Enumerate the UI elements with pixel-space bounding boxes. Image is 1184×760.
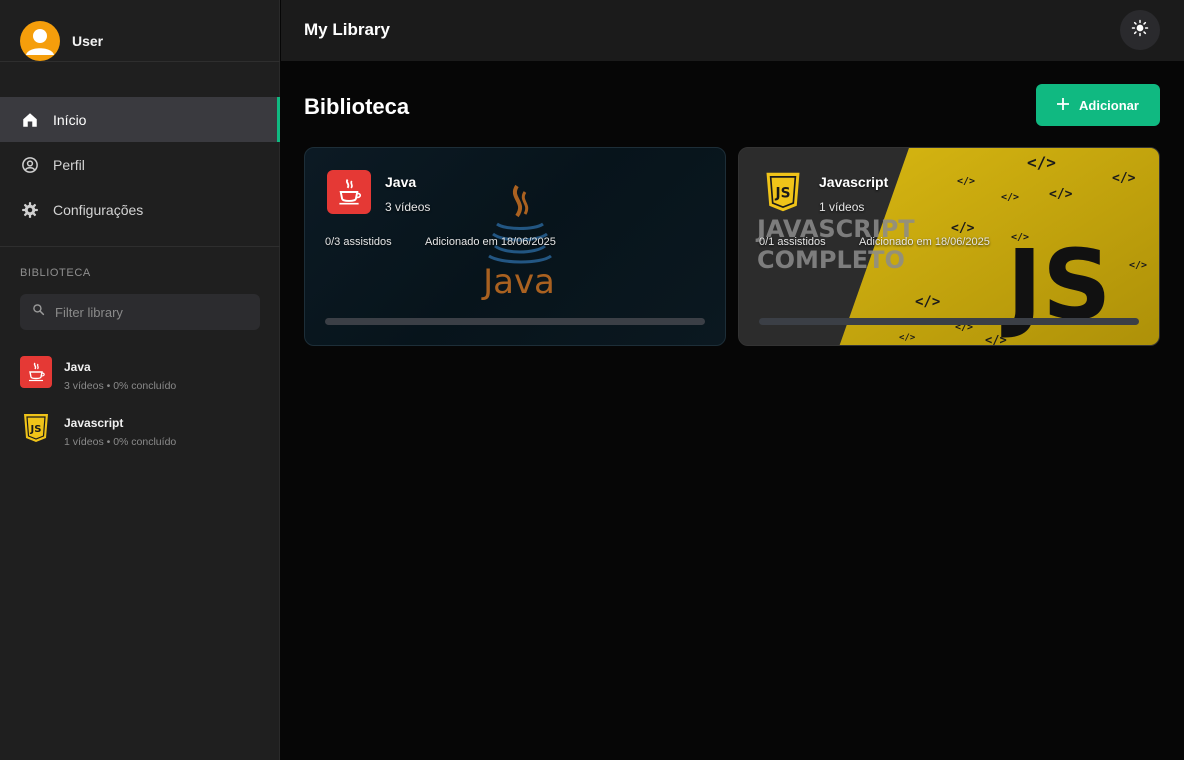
java-logo-icon xyxy=(327,170,371,214)
theme-toggle-button[interactable] xyxy=(1120,10,1160,50)
code-tag-icon: </> xyxy=(1027,153,1056,172)
person-icon xyxy=(26,29,54,55)
user-name: User xyxy=(72,33,104,49)
nav-item-perfil[interactable]: Perfil xyxy=(0,142,280,187)
nav-item-label: Perfil xyxy=(53,156,85,173)
user-profile[interactable]: User xyxy=(20,21,103,61)
library-item-title: Javascript xyxy=(64,416,124,430)
main-nav: Início Perfil Configurações xyxy=(0,97,280,232)
code-tag-icon: </> xyxy=(985,333,1007,346)
js-logo-icon: JS xyxy=(761,170,805,214)
nav-item-label: Início xyxy=(53,111,87,128)
code-tag-icon: </> xyxy=(1001,192,1019,203)
svg-text:JS: JS xyxy=(774,186,790,202)
gear-icon xyxy=(20,200,40,220)
plus-icon xyxy=(1057,97,1070,113)
js-cover-subtitle: COMPLETO xyxy=(757,246,905,274)
library-item-meta: 1 vídeos • 0% concluído xyxy=(64,436,177,448)
divider xyxy=(0,61,280,62)
svg-text:JS: JS xyxy=(30,424,42,435)
card-progress-bar xyxy=(759,318,1139,325)
code-tag-icon: </> xyxy=(951,221,975,236)
code-tag-icon: </> xyxy=(899,333,916,343)
nav-item-configuracoes[interactable]: Configurações xyxy=(0,187,280,232)
filter-library-field[interactable] xyxy=(20,294,260,330)
course-card-java[interactable]: Java Java 3 vídeos 0/3 assistidos Adicio… xyxy=(304,147,726,346)
sidebar: User Início Perfil Configurações BIBLIOT… xyxy=(0,0,280,760)
top-bar: My Library xyxy=(281,0,1184,61)
code-tag-icon: </> xyxy=(957,176,975,187)
card-title: Java xyxy=(385,174,417,190)
page-title: Biblioteca xyxy=(304,94,410,119)
filter-library-input[interactable] xyxy=(55,304,245,320)
code-tag-icon: </> xyxy=(1129,260,1147,271)
add-button[interactable]: Adicionar xyxy=(1036,84,1160,126)
java-cover-text: Java xyxy=(481,262,555,302)
library-section-label: BIBLIOTECA xyxy=(20,267,91,279)
divider xyxy=(0,246,280,247)
user-circle-icon xyxy=(20,155,40,175)
library-list: Java 3 vídeos • 0% concluído JS Javascri… xyxy=(20,356,270,468)
add-button-label: Adicionar xyxy=(1079,97,1139,113)
library-list-item-java[interactable]: Java 3 vídeos • 0% concluído xyxy=(20,356,270,412)
nav-item-inicio[interactable]: Início xyxy=(0,97,280,142)
search-icon xyxy=(32,303,45,321)
js-logo-icon: JS xyxy=(20,412,52,444)
library-item-meta: 3 vídeos • 0% concluído xyxy=(64,380,177,392)
card-title: Javascript xyxy=(819,174,889,190)
avatar xyxy=(20,21,60,61)
home-icon xyxy=(20,110,40,130)
card-watched-count: 0/3 assistidos xyxy=(325,236,392,248)
card-video-count: 1 vídeos xyxy=(819,200,865,214)
nav-item-label: Configurações xyxy=(53,201,144,218)
card-added-date: Adicionado em 18/06/2025 xyxy=(425,236,556,248)
app-title: My Library xyxy=(304,20,390,39)
course-card-javascript[interactable]: </> </> </> </> </> </> </> </> </> </> … xyxy=(738,147,1160,346)
card-progress-bar xyxy=(325,318,705,325)
library-item-title: Java xyxy=(64,360,91,374)
sun-icon xyxy=(1131,19,1149,42)
code-tag-icon: </> xyxy=(915,294,940,310)
card-added-date: Adicionado em 18/06/2025 xyxy=(859,236,990,248)
card-video-count: 3 vídeos xyxy=(385,200,431,214)
code-tag-icon: </> xyxy=(1049,187,1073,202)
library-list-item-javascript[interactable]: JS Javascript 1 vídeos • 0% concluído xyxy=(20,412,270,468)
card-watched-count: 0/1 assistidos xyxy=(759,236,826,248)
code-tag-icon: </> xyxy=(1112,171,1136,186)
java-logo-icon xyxy=(20,356,52,388)
